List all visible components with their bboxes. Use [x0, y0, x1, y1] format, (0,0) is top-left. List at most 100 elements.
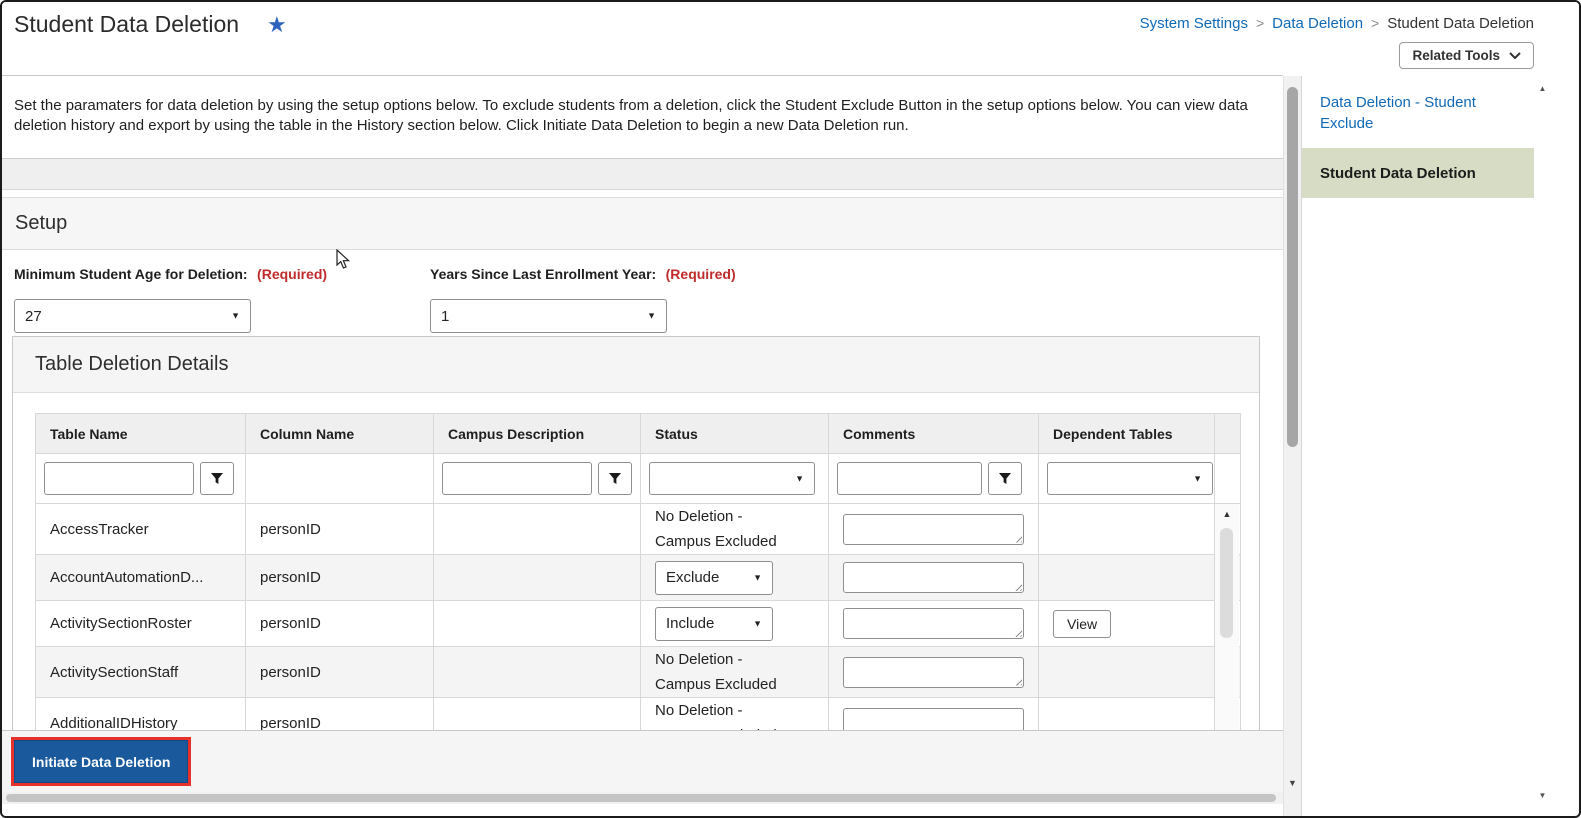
setup-section-title: Setup — [15, 212, 68, 234]
cell-column-name: personID — [245, 600, 434, 647]
col-header-status[interactable]: Status — [640, 413, 829, 454]
table-scrollbar-thumb[interactable] — [1220, 528, 1233, 638]
status-select-value: Include — [666, 615, 715, 632]
campus-description-filter-button[interactable] — [598, 462, 632, 495]
comment-textarea[interactable] — [843, 608, 1024, 639]
col-header-campus-description[interactable]: Campus Description — [433, 413, 641, 454]
highlight-outline: Initiate Data Deletion — [11, 737, 192, 786]
cell-dependent-tables — [1038, 646, 1215, 698]
breadcrumb-data-deletion[interactable]: Data Deletion — [1272, 15, 1363, 32]
col-header-dependent-tables[interactable]: Dependent Tables — [1038, 413, 1215, 454]
comments-filter-button[interactable] — [988, 462, 1022, 495]
page-description: Set the paramaters for data deletion by … — [2, 76, 1283, 159]
breadcrumb-separator: > — [1255, 15, 1265, 31]
horizontal-scrollbar-thumb[interactable] — [6, 794, 1276, 802]
table-name-filter-input[interactable] — [44, 462, 194, 495]
caret-down-icon: ▼ — [795, 473, 804, 483]
table-row: ActivitySectionRoster personID Include ▼… — [35, 600, 1241, 647]
deletion-grid-wrap: Table Name Column Name Campus Descriptio… — [35, 413, 1241, 749]
status-select[interactable]: Exclude ▼ — [655, 560, 773, 595]
years-since-field: Years Since Last Enrollment Year: (Requi… — [430, 266, 736, 333]
app-window: Student Data Deletion ★ System Settings >… — [0, 0, 1581, 818]
collapsed-toolbar-strip — [2, 159, 1283, 190]
cell-column-name: personID — [245, 554, 434, 601]
comment-textarea[interactable] — [843, 562, 1024, 593]
cell-dependent-tables — [1038, 503, 1215, 555]
sidebar-item-student-exclude[interactable]: Data Deletion - Student Exclude — [1320, 92, 1520, 134]
sidebar-item-student-data-deletion[interactable]: Student Data Deletion — [1302, 148, 1534, 198]
status-select-value: Exclude — [666, 569, 720, 586]
table-details-title: Table Deletion Details — [13, 337, 1259, 393]
page-scrollbar[interactable]: ▲ ▼ — [1535, 76, 1550, 816]
filter-funnel-icon — [609, 473, 621, 484]
page-title: Student Data Deletion — [14, 11, 240, 37]
status-filter-select[interactable]: ▼ — [649, 462, 815, 495]
cell-status-text: No Deletion - Campus Excluded — [655, 651, 777, 693]
cell-column-name: personID — [245, 503, 434, 555]
page-scroll-up-arrow[interactable]: ▲ — [1535, 84, 1550, 93]
cell-table-name: AccountAutomationD... — [35, 554, 246, 601]
main-scrollbar-thumb[interactable] — [1287, 87, 1298, 447]
table-scroll-up-arrow[interactable]: ▲ — [1215, 509, 1239, 519]
setup-form: Minimum Student Age for Deletion: (Requi… — [2, 250, 1283, 336]
caret-down-icon: ▼ — [231, 310, 240, 321]
min-age-label: Minimum Student Age for Deletion: — [14, 266, 248, 282]
col-header-comments[interactable]: Comments — [828, 413, 1039, 454]
table-row: AccessTracker personID No Deletion - Cam… — [35, 503, 1241, 555]
cell-campus-description — [433, 503, 641, 555]
years-since-select[interactable]: 1 ▼ — [430, 299, 667, 333]
comment-textarea[interactable] — [843, 513, 1024, 545]
main-footer: Initiate Data Deletion — [2, 730, 1283, 792]
filter-funnel-icon — [999, 473, 1011, 484]
min-age-value: 27 — [25, 307, 42, 325]
caret-down-icon: ▼ — [753, 572, 762, 582]
deletion-table: Table Name Column Name Campus Descriptio… — [35, 413, 1241, 749]
col-header-table-name[interactable]: Table Name — [35, 413, 246, 454]
table-deletion-details-section: Table Deletion Details Table Name Column… — [12, 336, 1260, 749]
cell-table-name: ActivitySectionStaff — [35, 646, 246, 698]
table-row: AccountAutomationD... personID Exclude ▼ — [35, 554, 1241, 601]
comments-filter-input[interactable] — [837, 462, 982, 495]
breadcrumb-current: Student Data Deletion — [1387, 15, 1534, 32]
right-sidebar: Data Deletion - Student Exclude Student … — [1301, 76, 1534, 816]
caret-down-icon: ▼ — [647, 310, 656, 321]
spacer — [2, 190, 1283, 197]
col-header-column-name[interactable]: Column Name — [245, 413, 434, 454]
initiate-data-deletion-button[interactable]: Initiate Data Deletion — [14, 740, 189, 783]
comment-textarea[interactable] — [843, 656, 1024, 688]
setup-section-header: Setup — [2, 197, 1283, 250]
related-tools-label: Related Tools — [1412, 48, 1500, 63]
breadcrumb: System Settings > Data Deletion > Student Da… — [1140, 15, 1534, 32]
caret-down-icon: ▼ — [753, 618, 762, 628]
cell-campus-description — [433, 600, 641, 647]
view-dependent-tables-button[interactable]: View — [1053, 609, 1112, 638]
horizontal-scrollbar[interactable] — [2, 792, 1283, 804]
years-since-value: 1 — [441, 307, 450, 325]
table-name-filter-button[interactable] — [200, 462, 234, 495]
main-vertical-scrollbar[interactable]: ▼ — [1283, 76, 1301, 816]
cell-status-text: No Deletion - Campus Excluded — [655, 508, 777, 550]
page-header: Student Data Deletion ★ System Settings >… — [2, 2, 1579, 75]
main-panel: Set the paramaters for data deletion by … — [2, 76, 1283, 816]
main-scroll-down-arrow[interactable]: ▼ — [1284, 778, 1301, 788]
cell-column-name: personID — [245, 646, 434, 698]
cell-table-name: ActivitySectionRoster — [35, 600, 246, 647]
page-scroll-down-arrow[interactable]: ▼ — [1535, 791, 1550, 800]
years-since-required-tag: (Required) — [665, 266, 736, 282]
campus-description-filter-input[interactable] — [442, 462, 592, 495]
dependent-tables-filter-select[interactable]: ▼ — [1047, 462, 1213, 495]
caret-down-icon: ▼ — [1193, 473, 1202, 483]
filter-row: ▼ ▼ — [35, 453, 1241, 504]
cell-campus-description — [433, 646, 641, 698]
favorite-star-icon[interactable]: ★ — [267, 12, 287, 38]
breadcrumb-system-settings[interactable]: System Settings — [1140, 15, 1248, 32]
col-header-scrollbar-spacer — [1214, 413, 1241, 454]
breadcrumb-separator: > — [1371, 15, 1380, 31]
min-age-select[interactable]: 27 ▼ — [14, 299, 251, 333]
related-tools-button[interactable]: Related Tools — [1399, 42, 1534, 69]
table-scrollbar[interactable]: ▲ — [1214, 504, 1239, 733]
status-select[interactable]: Include ▼ — [655, 606, 773, 641]
min-age-required-tag: (Required) — [257, 266, 328, 282]
chevron-down-icon — [1509, 52, 1521, 59]
table-row: ActivitySectionStaff personID No Deletio… — [35, 646, 1241, 698]
